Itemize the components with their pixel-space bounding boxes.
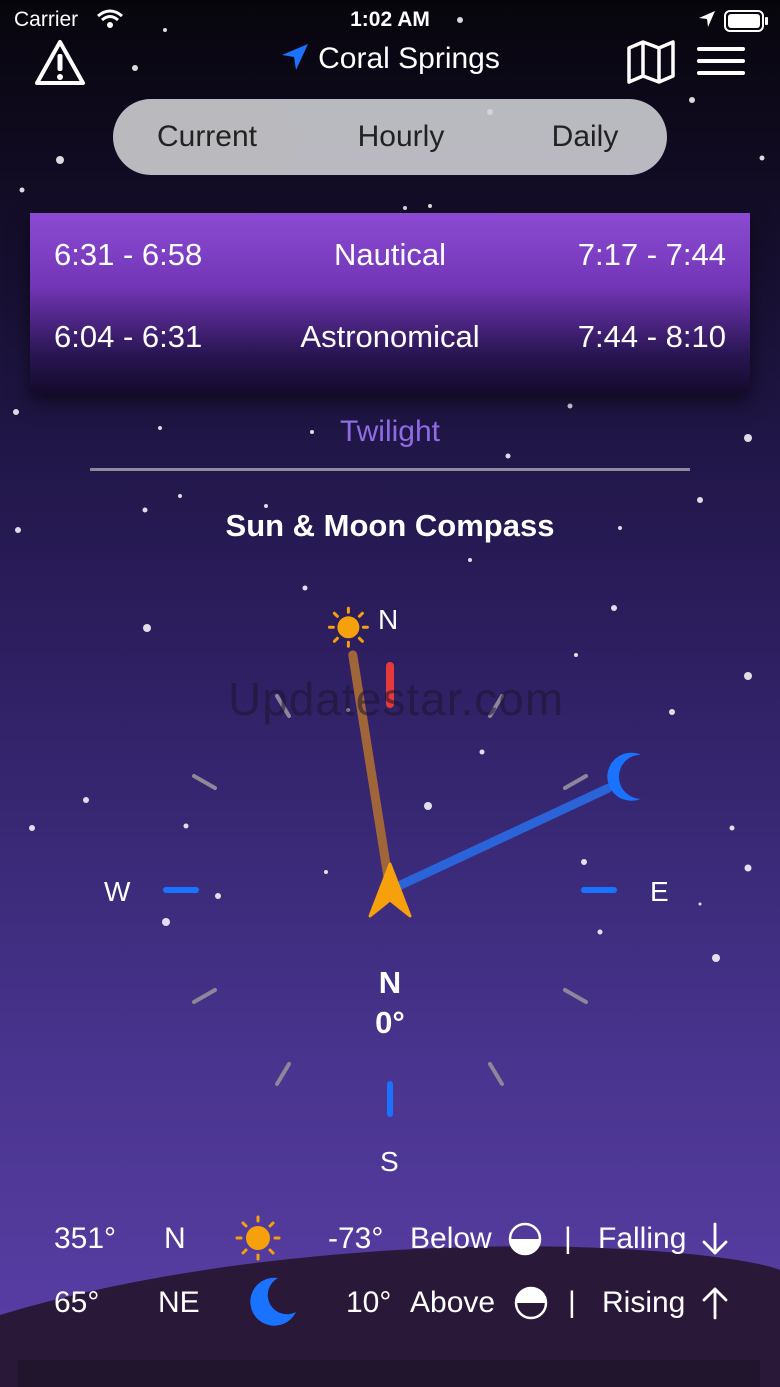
device-heading-degrees: 0° [375, 1005, 405, 1040]
compass-label-s: S [380, 1146, 399, 1177]
arrow-up-icon [702, 1287, 728, 1320]
sun-azimuth: 351° [54, 1222, 117, 1255]
sun-separator: | [564, 1222, 572, 1255]
moon-direction: NE [158, 1286, 200, 1319]
moon-altitude: 10° [346, 1286, 392, 1319]
device-heading-direction: N [378, 965, 402, 1000]
heading-arrow-icon [368, 862, 412, 918]
sun-altitude: -73° [328, 1222, 384, 1255]
compass-tick-sse [488, 1062, 504, 1086]
sun-direction: N [164, 1222, 186, 1255]
compass-label-e: E [650, 876, 669, 907]
compass-tick-wnw [192, 774, 217, 790]
compass-tick-ene [563, 774, 588, 790]
above-horizon-icon [514, 1286, 548, 1320]
moon-icon [250, 1277, 296, 1326]
sun-icon [327, 606, 369, 648]
compass-label-w: W [104, 876, 131, 907]
moon-position: Above [410, 1286, 496, 1319]
sun-icon [235, 1215, 281, 1261]
moon-needle [385, 784, 613, 895]
moon-separator: | [568, 1286, 576, 1319]
compass-label-n: N [378, 604, 399, 635]
moon-azimuth: 65° [54, 1286, 100, 1319]
watermark: Updatestar.com [228, 673, 565, 725]
arrow-down-icon [702, 1222, 728, 1255]
sun-position: Below [410, 1222, 492, 1255]
sun-trend: Falling [598, 1222, 687, 1255]
compass-tick-ssw [275, 1062, 291, 1086]
moon-icon [607, 752, 641, 801]
moon-trend: Rising [602, 1286, 686, 1319]
below-horizon-icon [508, 1222, 542, 1256]
